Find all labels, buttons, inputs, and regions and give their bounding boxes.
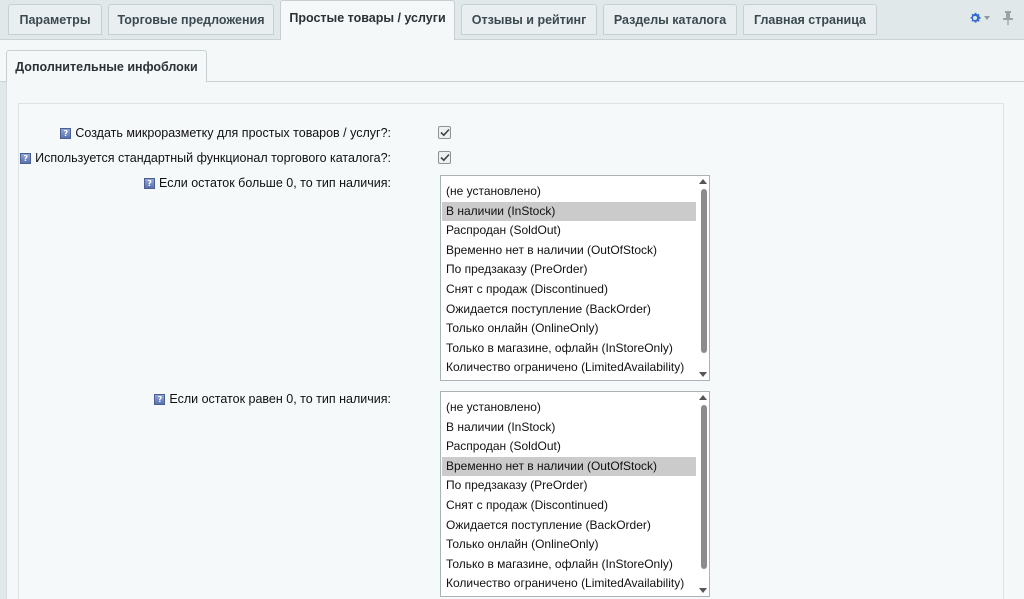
scroll-up-icon[interactable] [699,179,707,184]
settings-panel: ? Создать микроразметку для простых това… [6,82,1024,599]
list-option[interactable]: Количество ограничено (LimitedAvailabili… [442,358,696,378]
list-option[interactable]: Только онлайн (OnlineOnly) [442,535,696,555]
field-label: Если остаток больше 0, то тип наличия: [159,176,391,190]
tab-label: Отзывы и рейтинг [471,12,587,27]
scrollbar[interactable] [698,392,709,596]
list-option[interactable]: Только онлайн (OnlineOnly) [442,319,696,339]
tab-simple-products[interactable]: Простые товары / услуги [280,0,455,40]
tab-additional-infoblocks[interactable]: Дополнительные инфоблоки [6,50,207,83]
help-icon[interactable]: ? [154,393,166,405]
list-option[interactable]: Временно нет в наличии (OutOfStock) [442,456,696,477]
tab-reviews[interactable]: Отзывы и рейтинг [461,4,597,35]
main-tab-bar: Параметры Торговые предложения Простые т… [0,0,1024,40]
tab-toolbar [968,8,1014,28]
list-option[interactable]: (не установлено) [442,182,696,202]
list-option[interactable]: Снят с продаж (Discontinued) [442,496,696,516]
list-option[interactable]: Ожидается поступление (BackOrder) [442,300,696,320]
tab-label: Разделы каталога [613,12,727,27]
chevron-down-icon [984,16,990,20]
stock-zero-listbox[interactable]: (не установлено) В наличии (InStock) Распр… [440,391,710,597]
list-option[interactable]: По предзаказу (PreOrder) [442,476,696,496]
help-icon[interactable]: ? [60,127,72,139]
list-option[interactable]: Только в магазине, офлайн (InStoreOnly) [442,555,696,575]
list-option[interactable]: В наличии (InStock) [442,418,696,438]
tab-parameters[interactable]: Параметры [8,4,102,35]
microdata-checkbox[interactable] [438,126,451,139]
list-option[interactable]: Только в магазине, офлайн (InStoreOnly) [442,339,696,359]
list-option[interactable]: В наличии (InStock) [442,201,696,222]
standard-catalog-label: ? Используется стандартный функционал то… [20,149,391,167]
field-label: Используется стандартный функционал торг… [35,151,391,165]
scroll-up-icon[interactable] [699,395,707,400]
list-option[interactable]: Количество ограничено (LimitedAvailabili… [442,574,696,594]
stock-zero-label: ? Если остаток равен 0, то тип наличия: [154,390,391,408]
list-option[interactable]: Ожидается поступление (BackOrder) [442,516,696,536]
sub-tab-bar: Дополнительные инфоблоки [0,40,1024,83]
help-icon[interactable]: ? [20,152,32,164]
settings-menu-button[interactable] [968,11,990,25]
scrollbar-thumb[interactable] [701,189,707,353]
tab-trade-offers[interactable]: Торговые предложения [108,4,274,35]
list-option[interactable]: По предзаказу (PreOrder) [442,260,696,280]
list-option[interactable]: Снят с продаж (Discontinued) [442,280,696,300]
scroll-down-icon[interactable] [699,372,707,377]
scrollbar[interactable] [698,176,709,380]
tab-catalog-sections[interactable]: Разделы каталога [603,4,737,35]
tab-label: Дополнительные инфоблоки [15,60,198,74]
field-label: Если остаток равен 0, то тип наличия: [169,392,391,406]
scrollbar-thumb[interactable] [701,405,707,569]
help-icon[interactable]: ? [144,177,156,189]
gear-icon [970,12,981,23]
list-option[interactable]: Распродан (SoldOut) [442,221,696,241]
scroll-down-icon[interactable] [699,588,707,593]
list-option[interactable]: (не установлено) [442,398,696,418]
tab-label: Параметры [19,12,91,27]
checkmark-icon [439,128,450,137]
settings-form: ? Создать микроразметку для простых това… [18,103,1004,599]
stock-positive-listbox[interactable]: (не установлено) В наличии (InStock) Распр… [440,175,710,381]
list-option[interactable]: Распродан (SoldOut) [442,437,696,457]
tab-label: Простые товары / услуги [289,10,446,25]
microdata-label: ? Создать микроразметку для простых това… [60,124,391,142]
tab-label: Главная страница [754,12,866,27]
tab-main-page[interactable]: Главная страница [743,4,877,35]
checkmark-icon [439,153,450,162]
list-option[interactable]: Временно нет в наличии (OutOfStock) [442,241,696,261]
stock-positive-label: ? Если остаток больше 0, то тип наличия: [144,174,391,192]
pin-icon[interactable] [1002,10,1014,26]
tab-label: Торговые предложения [117,12,265,27]
standard-catalog-checkbox[interactable] [438,151,451,164]
field-label: Создать микроразметку для простых товаро… [75,126,391,140]
